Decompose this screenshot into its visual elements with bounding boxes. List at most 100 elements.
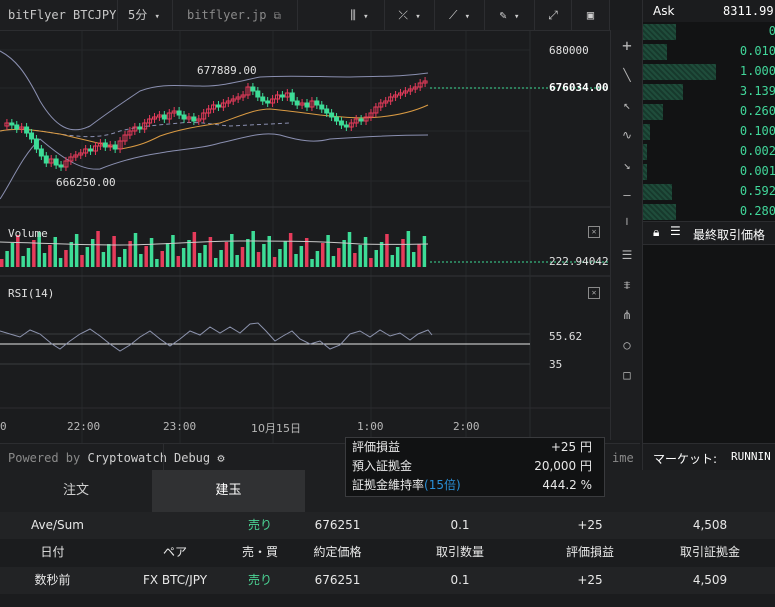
chart-type-button[interactable]: ⟋ ▾: [435, 0, 485, 30]
candle: [329, 112, 335, 118]
market-label: マーケット:: [653, 452, 718, 466]
line-chart-icon: ⟋: [448, 8, 458, 22]
volume-bar: [197, 253, 202, 267]
volume-title: Volume: [8, 227, 48, 240]
powered-prefix: Powered by: [8, 451, 81, 465]
candle: [58, 164, 64, 168]
candle: [279, 94, 285, 98]
candle: [33, 138, 39, 150]
candle: [29, 132, 35, 140]
orderbook-header: Ask 8311.99: [643, 0, 775, 22]
interval-select[interactable]: 5分 ▾: [118, 0, 173, 30]
volume-bar: [214, 258, 218, 267]
orderbook-size: 0.260: [739, 104, 775, 118]
lock-icon[interactable]: 🔒︎: [653, 225, 659, 240]
orderbook-row[interactable]: 0.260: [643, 102, 775, 120]
candle: [38, 148, 44, 157]
col-price[interactable]: 約定価格: [300, 539, 375, 566]
orderbook-size: 0.280: [739, 204, 775, 218]
volume-bar: [240, 247, 245, 267]
volume-bar: [117, 257, 122, 267]
col-date[interactable]: 日付: [0, 539, 105, 566]
popup-row-pnl: 評価損益 +25 円: [346, 438, 604, 457]
volume-bar: [133, 233, 138, 267]
crosshair-icon[interactable]: +: [611, 36, 643, 55]
orderbook-row[interactable]: 0.100: [643, 122, 775, 140]
bars-icon: ⫼: [350, 8, 356, 22]
ray-icon[interactable]: ↖: [611, 98, 643, 112]
powered-by[interactable]: Powered by Cryptowatch: [8, 451, 167, 465]
chevron-down-icon: ▾: [514, 12, 520, 22]
row-margin: 4,509: [692, 573, 728, 587]
menu-icon[interactable]: ☰: [670, 224, 681, 238]
debug-button[interactable]: Debug ⚙: [174, 451, 225, 465]
volume-bar: [283, 241, 288, 267]
screenshot-button[interactable]: ▣: [572, 0, 610, 30]
volume-bar: [112, 236, 116, 267]
time-tick: 2:00: [453, 420, 480, 433]
exchange-link-label: bitflyer.jp: [187, 8, 267, 22]
trend-line-icon[interactable]: ╲: [611, 68, 643, 82]
chevron-down-icon: ▾: [363, 12, 369, 22]
candle: [250, 86, 256, 92]
close-icon[interactable]: ✕: [588, 226, 600, 238]
candle: [191, 116, 197, 122]
fib-icon[interactable]: ⩨: [611, 278, 643, 293]
col-pnl[interactable]: 評価損益: [540, 539, 640, 566]
pitchfork-icon[interactable]: ⋔: [611, 308, 643, 322]
volume-bar: [246, 239, 250, 267]
candle: [43, 155, 49, 164]
rectangle-icon[interactable]: □: [611, 368, 643, 382]
table-header: 日付 ペア 売・買 約定価格 取引数量 評価損益 取引証拠金: [0, 539, 775, 566]
col-pair[interactable]: ペア: [125, 539, 225, 566]
orderbook-row[interactable]: 0.592: [643, 182, 775, 200]
orderbook-row[interactable]: 0.002: [643, 142, 775, 160]
col-qty[interactable]: 取引数量: [410, 539, 510, 566]
depth-bar: [643, 24, 676, 40]
volume-bar: [347, 232, 352, 267]
market-status: RUNNIN: [731, 450, 771, 463]
horizontal-line-icon[interactable]: —: [611, 188, 643, 202]
arrow-icon[interactable]: ↘: [611, 158, 643, 172]
circle-icon[interactable]: ○: [611, 338, 643, 352]
draw-button[interactable]: ✎ ▾: [485, 0, 535, 30]
compare-button[interactable]: ⤫ ▾: [385, 0, 435, 30]
orderbook-row[interactable]: 0.280: [643, 202, 775, 220]
volume-bar: [401, 239, 405, 267]
time-tick: 23:00: [163, 420, 197, 433]
orderbook-row[interactable]: 0.010: [643, 42, 775, 60]
candle: [260, 96, 266, 102]
orderbook-row[interactable]: 0: [643, 22, 775, 40]
chevron-down-icon: ▾: [154, 12, 160, 22]
volume-bar: [299, 246, 304, 267]
orderbook-row[interactable]: 3.139: [643, 82, 775, 100]
last-price-bar: 🔒︎ ☰ 最終取引価格: [643, 221, 775, 245]
col-side[interactable]: 売・買: [220, 539, 300, 566]
table-row[interactable]: 数秒前 FX BTC/JPY 売り 676251 0.1 +25 4,509: [0, 567, 775, 594]
col-margin[interactable]: 取引証拠金: [660, 539, 760, 566]
indicators-button[interactable]: ⫼ ▾: [335, 0, 385, 30]
orderbook-row[interactable]: 1.000: [643, 62, 775, 80]
close-icon[interactable]: ✕: [588, 287, 600, 299]
vertical-line-icon[interactable]: ╵: [611, 218, 643, 232]
tab-positions[interactable]: 建玉: [152, 470, 305, 512]
depth-bar: [643, 204, 676, 220]
price-chart[interactable]: [0, 31, 610, 443]
time-tick: 1:00: [357, 420, 384, 433]
row-date: 数秒前: [34, 573, 71, 587]
candle: [102, 142, 108, 148]
chevron-down-icon: ▾: [415, 12, 421, 22]
exchange-link[interactable]: bitflyer.jp ⧉: [173, 0, 298, 30]
orderbook-row[interactable]: 0.001: [643, 162, 775, 180]
volume-bar: [187, 240, 191, 267]
volume-bar: [176, 256, 181, 267]
volume-bar: [149, 238, 154, 267]
curve-icon[interactable]: ∿: [611, 128, 643, 142]
tab-orders[interactable]: 注文: [0, 470, 152, 512]
volume-bar: [262, 244, 266, 267]
volume-bar: [315, 251, 320, 267]
candle: [24, 126, 30, 134]
fullscreen-button[interactable]: ⤢: [535, 0, 572, 30]
channel-icon[interactable]: ☰: [611, 248, 643, 262]
volume-bar: [96, 231, 100, 267]
